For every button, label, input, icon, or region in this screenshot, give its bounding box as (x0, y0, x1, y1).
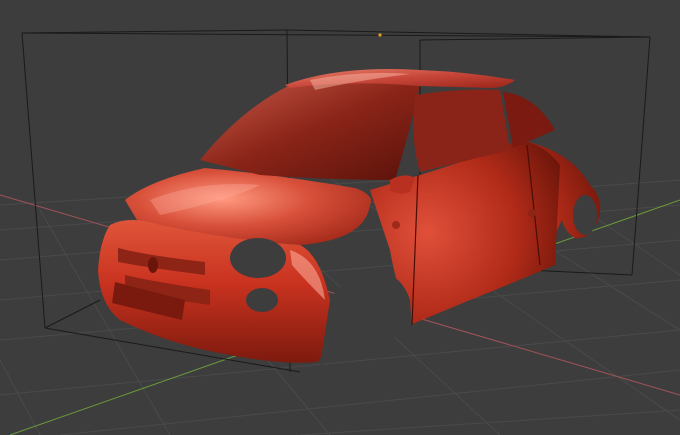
fog-light-left (246, 288, 278, 312)
side-marker (392, 221, 400, 229)
rear-side-window (503, 92, 555, 148)
car-body-shell (98, 69, 601, 365)
3d-viewport[interactable] (0, 0, 680, 435)
origin-marker (378, 33, 382, 37)
windshield-glass (200, 81, 420, 180)
front-wheel-arch (320, 270, 412, 365)
viewport-scene[interactable] (0, 0, 680, 435)
brand-badge (148, 257, 158, 273)
rear-wheel-arch (573, 195, 597, 235)
headlight-left (230, 238, 286, 278)
fuel-cap (528, 209, 536, 217)
